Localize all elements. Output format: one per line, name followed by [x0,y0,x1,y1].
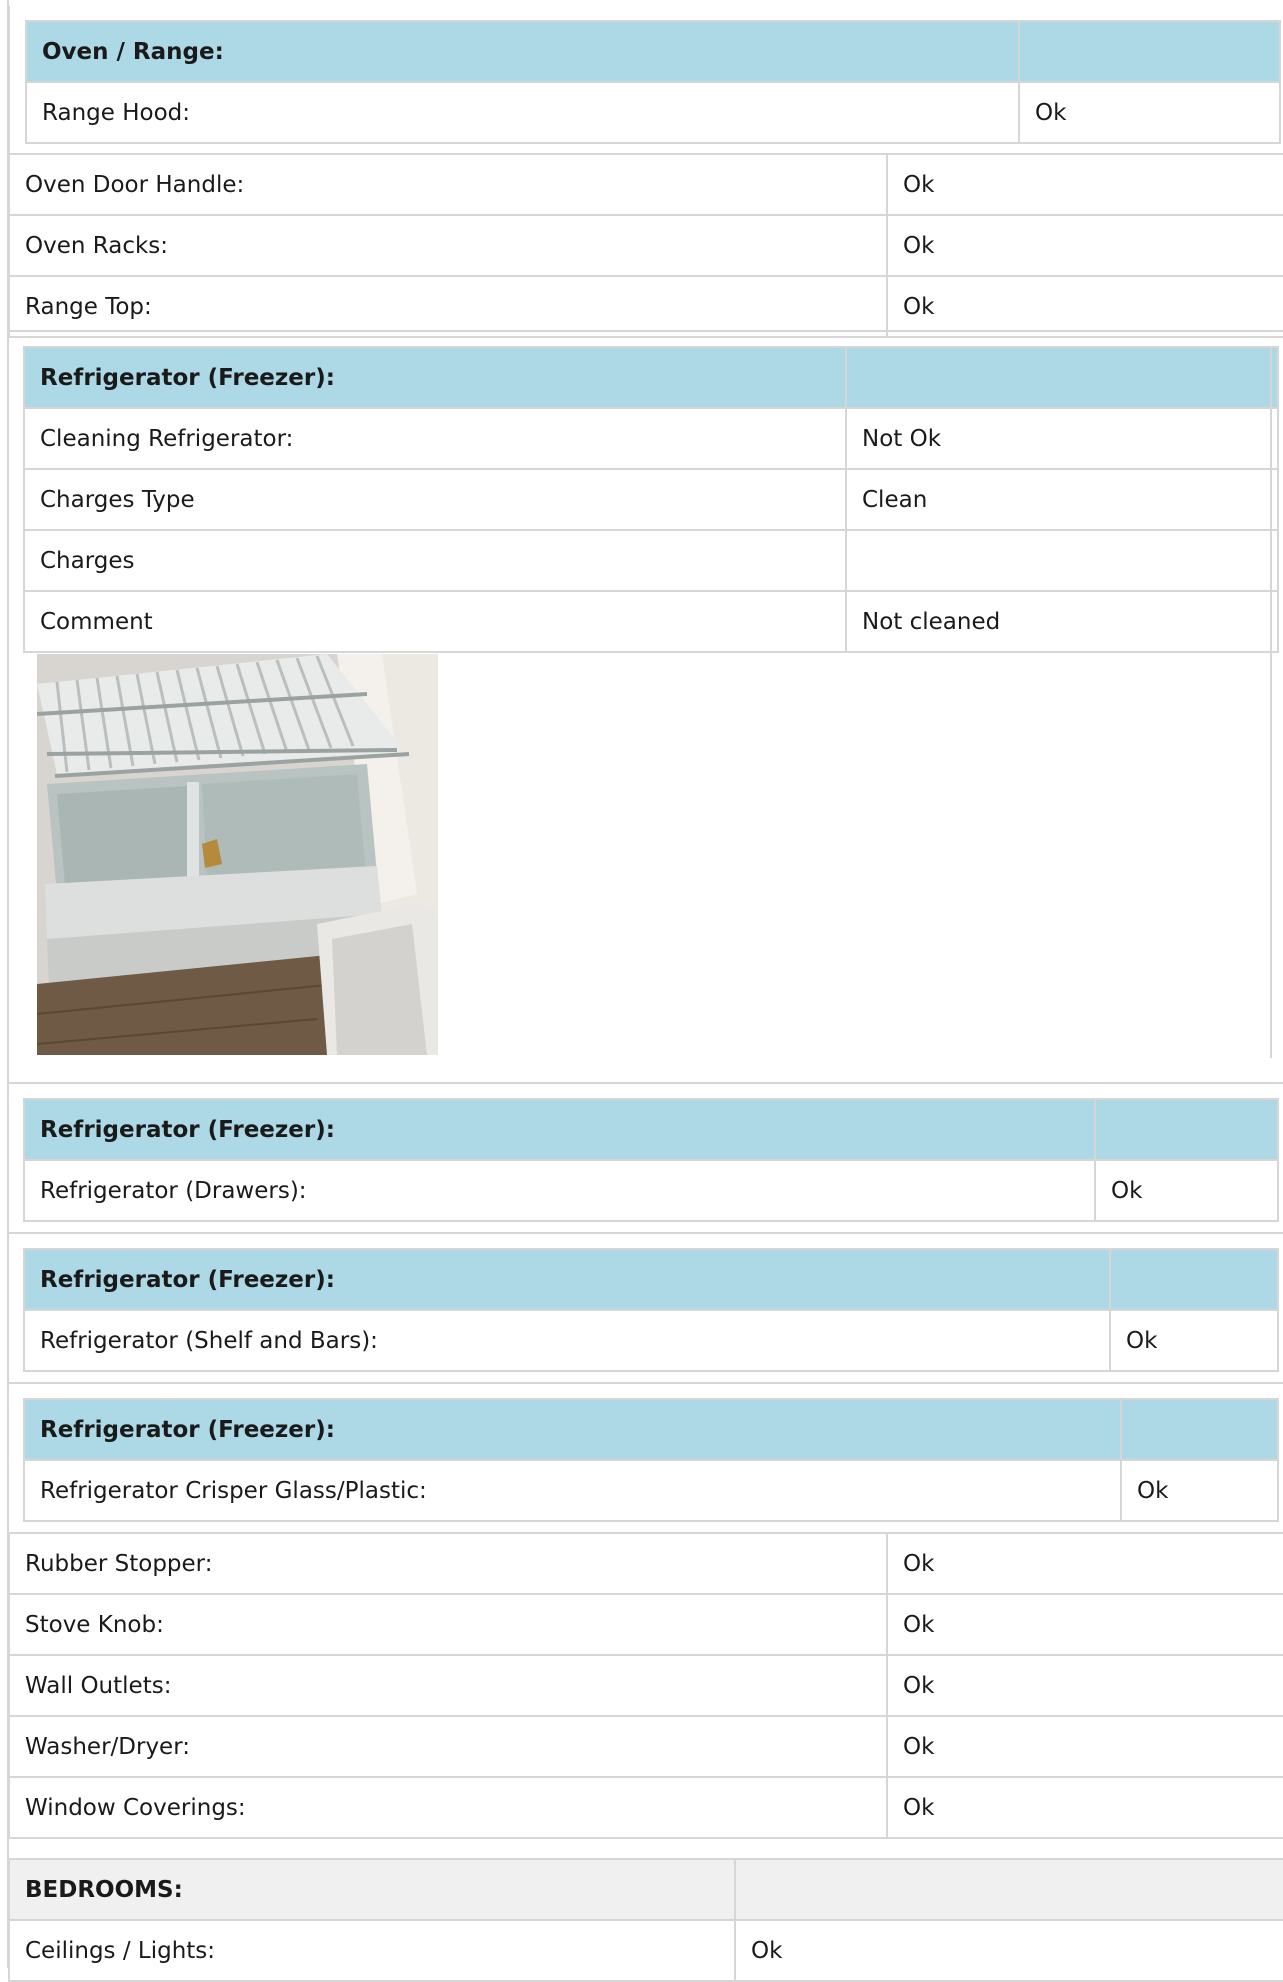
item-value: Not Ok [845,407,1279,470]
table-row: Rubber Stopper: Ok [8,1532,1283,1595]
oven-range-table: Oven / Range: Range Hood: Ok [25,20,1281,144]
item-value: Ok [886,1593,1283,1656]
refrigerator-header: Refrigerator (Freezer): [23,1098,1096,1161]
section-right-rule [1270,346,1272,1058]
item-value: Ok [886,1532,1283,1595]
item-value: Ok [886,1715,1283,1778]
item-label: Comment [23,590,847,653]
table-row: Range Hood: Ok [25,81,1281,144]
header-empty-cell [1120,1398,1279,1461]
table-row: Washer/Dryer: Ok [8,1715,1283,1778]
item-value: Ok [886,275,1283,338]
item-value: Ok [1120,1459,1279,1522]
bedrooms-header-row: BEDROOMS: [8,1858,1283,1921]
refrigerator-drawers-section: Refrigerator (Freezer): Refrigerator (Dr… [8,1084,1283,1234]
item-label: Window Coverings: [8,1776,888,1839]
item-label: Oven Door Handle: [8,153,888,216]
header-empty-cell [1018,20,1281,83]
item-label: Ceilings / Lights: [8,1919,736,1982]
refrigerator-header-row: Refrigerator (Freezer): [23,346,1279,409]
refrigerator-header: Refrigerator (Freezer): [23,346,847,409]
item-label: Cleaning Refrigerator: [23,407,847,470]
item-value: Ok [1018,81,1281,144]
item-value: Ok [886,153,1283,216]
header-empty-cell [1094,1098,1279,1161]
oven-range-header: Oven / Range: [25,20,1020,83]
table-row: Refrigerator (Drawers): Ok [23,1159,1279,1222]
refrigerator-photo-drawing [37,654,438,1055]
item-value [845,529,1279,592]
refrigerator-drawers-table: Refrigerator (Freezer): Refrigerator (Dr… [23,1098,1279,1222]
item-value: Ok [1094,1159,1279,1222]
table-row: Wall Outlets: Ok [8,1654,1283,1717]
table-row: Refrigerator Crisper Glass/Plastic: Ok [23,1459,1279,1522]
item-label: Washer/Dryer: [8,1715,888,1778]
refrigerator-header: Refrigerator (Freezer): [23,1398,1122,1461]
table-row: Range Top: Ok [8,275,1283,338]
refrigerator-header-row: Refrigerator (Freezer): [23,1098,1279,1161]
table-row: Refrigerator (Shelf and Bars): Ok [23,1309,1279,1372]
bedrooms-header: BEDROOMS: [8,1858,736,1921]
table-row: Charges Type Clean [23,468,1279,531]
refrigerator-header-row: Refrigerator (Freezer): [23,1248,1279,1311]
item-value: Clean [845,468,1279,531]
refrigerator-photo[interactable] [37,654,438,1055]
item-value: Ok [734,1919,1283,1982]
refrigerator-header-row: Refrigerator (Freezer): [23,1398,1279,1461]
table-row: Window Coverings: Ok [8,1776,1283,1839]
item-label: Rubber Stopper: [8,1532,888,1595]
item-value: Not cleaned [845,590,1279,653]
refrigerator-shelf-table: Refrigerator (Freezer): Refrigerator (Sh… [23,1248,1279,1372]
misc-items-table: Rubber Stopper: Ok Stove Knob: Ok Wall O… [8,1532,1283,1839]
refrigerator-crisper-table: Refrigerator (Freezer): Refrigerator Cri… [23,1398,1279,1522]
oven-items-table: Oven Door Handle: Ok Oven Racks: Ok Rang… [8,153,1283,338]
item-label: Oven Racks: [8,214,888,277]
table-row: Charges [23,529,1279,592]
table-row: Oven Racks: Ok [8,214,1283,277]
refrigerator-crisper-section: Refrigerator (Freezer): Refrigerator Cri… [8,1384,1283,1532]
item-label: Range Hood: [25,81,1020,144]
item-value: Ok [886,1776,1283,1839]
oven-range-section: Oven / Range: Range Hood: Ok [8,6,1283,154]
header-empty-cell [734,1858,1283,1921]
header-empty-cell [1109,1248,1279,1311]
item-label: Refrigerator Crisper Glass/Plastic: [23,1459,1122,1522]
item-label: Refrigerator (Shelf and Bars): [23,1309,1111,1372]
refrigerator-shelf-section: Refrigerator (Freezer): Refrigerator (Sh… [8,1234,1283,1384]
table-row: Comment Not cleaned [23,590,1279,653]
table-row: Stove Knob: Ok [8,1593,1283,1656]
table-row: Ceilings / Lights: Ok [8,1919,1283,1982]
header-empty-cell [845,346,1279,409]
item-label: Stove Knob: [8,1593,888,1656]
item-value: Ok [886,1654,1283,1717]
item-label: Refrigerator (Drawers): [23,1159,1096,1222]
item-value: Ok [886,214,1283,277]
oven-range-header-row: Oven / Range: [25,20,1281,83]
item-label: Range Top: [8,275,888,338]
item-label: Wall Outlets: [8,1654,888,1717]
item-value: Ok [1109,1309,1279,1372]
item-label: Charges Type [23,468,847,531]
item-label: Charges [23,529,847,592]
table-row: Oven Door Handle: Ok [8,153,1283,216]
refrigerator-header: Refrigerator (Freezer): [23,1248,1111,1311]
table-row: Cleaning Refrigerator: Not Ok [23,407,1279,470]
refrigerator-cleaning-table: Refrigerator (Freezer): Cleaning Refrige… [23,346,1279,653]
bedrooms-table: BEDROOMS: Ceilings / Lights: Ok [8,1858,1283,1982]
